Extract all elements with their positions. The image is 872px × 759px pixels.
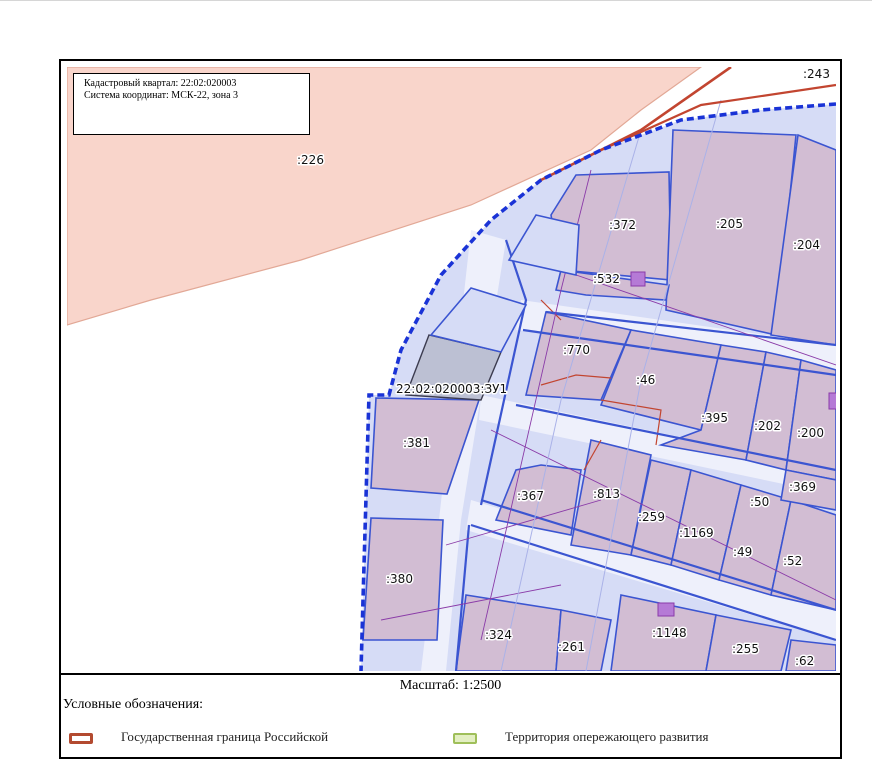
top-rule — [0, 0, 872, 1]
map-svg: :226 :243 :372 :205 :204 :532 :770 :46 2… — [67, 67, 836, 671]
label-zu1[interactable]: 22:02:020003:ЗУ1 — [395, 381, 509, 398]
label-226[interactable]: :226 — [296, 152, 326, 169]
label-395[interactable]: :395 — [700, 410, 730, 427]
map-info-box: Кадастровый квартал: 22:02:020003 Систем… — [73, 73, 310, 135]
label-532[interactable]: :532 — [592, 271, 622, 288]
coordinate-system-text: Система координат: МСК-22, зона 3 — [84, 90, 239, 101]
label-200[interactable]: :200 — [796, 425, 826, 442]
label-259[interactable]: :259 — [637, 509, 667, 526]
label-1169[interactable]: :1169 — [678, 525, 716, 542]
label-204[interactable]: :204 — [792, 237, 822, 254]
map-legend-separator — [61, 673, 840, 675]
label-380[interactable]: :380 — [385, 571, 415, 588]
label-205[interactable]: :205 — [715, 216, 745, 233]
label-381[interactable]: :381 — [402, 435, 432, 452]
cadastral-quarter-text: Кадастровый квартал: 22:02:020003 — [84, 78, 237, 89]
building-square-2 — [657, 602, 675, 617]
label-324[interactable]: :324 — [484, 627, 514, 644]
label-813[interactable]: :813 — [592, 486, 622, 503]
map-scale: Масштаб: 1:2500 — [399, 678, 502, 693]
label-243[interactable]: :243 — [802, 67, 832, 83]
advanced-development-swatch-icon — [453, 733, 477, 744]
label-369[interactable]: :369 — [788, 479, 818, 496]
label-255[interactable]: :255 — [731, 641, 761, 658]
label-261[interactable]: :261 — [557, 639, 587, 656]
legend-label-advanced-development: Территория опережающего развития — [505, 729, 709, 744]
cadastral-map[interactable]: :226 :243 :372 :205 :204 :532 :770 :46 2… — [67, 67, 836, 671]
label-49[interactable]: :49 — [732, 544, 754, 561]
legend-label-state-border: Государственная граница Российской — [121, 729, 329, 744]
label-46[interactable]: :46 — [635, 372, 657, 389]
map-sheet: :226 :243 :372 :205 :204 :532 :770 :46 2… — [59, 59, 842, 759]
state-border-swatch-icon — [69, 733, 93, 744]
legend-title: Условные обозначения: — [63, 697, 204, 712]
label-372[interactable]: :372 — [608, 217, 638, 234]
label-202[interactable]: :202 — [753, 418, 783, 435]
building-square-3 — [828, 392, 836, 410]
label-52[interactable]: :52 — [782, 553, 804, 570]
label-770[interactable]: :770 — [562, 342, 592, 359]
label-50[interactable]: :50 — [749, 494, 771, 511]
label-62[interactable]: :62 — [794, 653, 816, 670]
label-367[interactable]: :367 — [516, 488, 546, 505]
label-1148[interactable]: :1148 — [651, 625, 689, 642]
building-square-1 — [630, 271, 646, 287]
